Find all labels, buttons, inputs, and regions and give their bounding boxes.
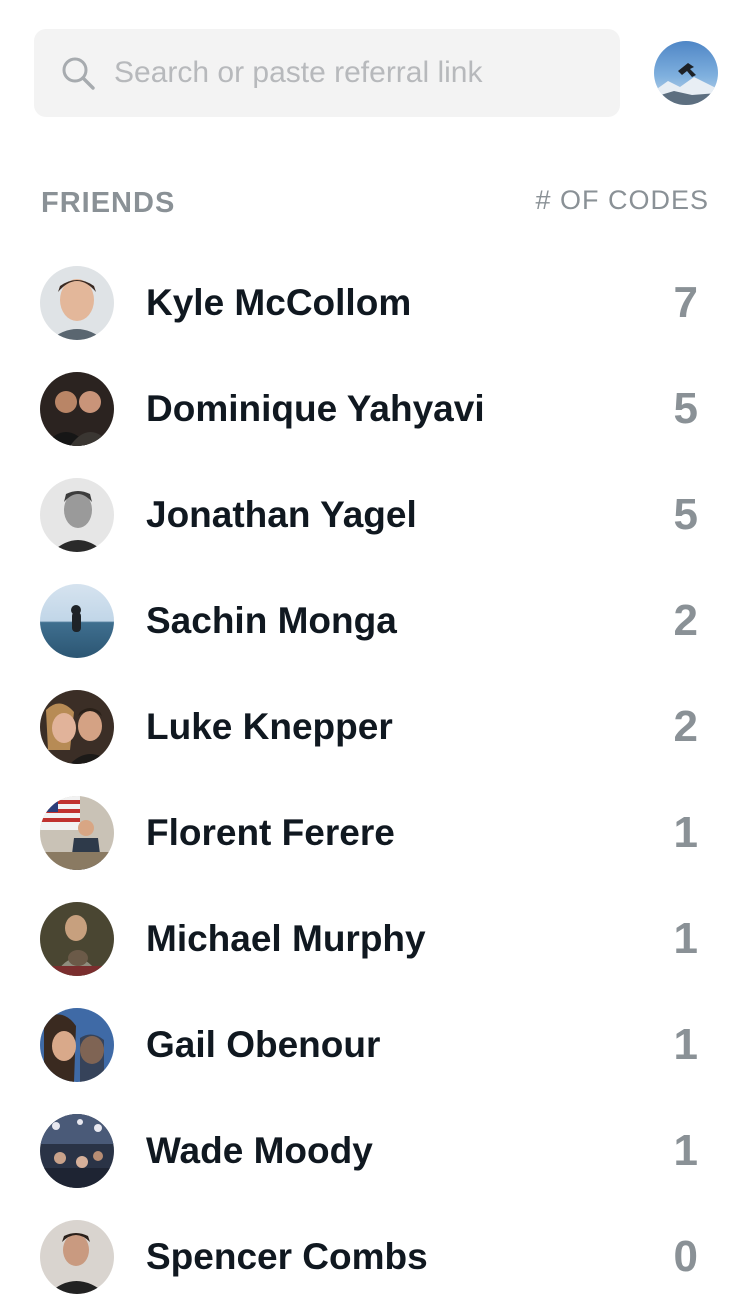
friend-code-count: 1 [673, 808, 698, 857]
friend-code-count: 2 [673, 702, 698, 751]
friend-row[interactable]: Gail Obenour 1 [0, 992, 750, 1098]
friends-section-header: FRIENDS # OF CODES [41, 183, 709, 223]
person-photo [46, 703, 112, 764]
friends-heading: FRIENDS [41, 187, 176, 219]
search-icon [62, 57, 95, 90]
friend-code-count: 2 [673, 596, 698, 645]
friend-row[interactable]: Sachin Monga 2 [0, 568, 750, 674]
codes-column-heading: # OF CODES [535, 185, 709, 215]
search-bar[interactable] [34, 29, 620, 117]
friend-name: Gail Obenour [146, 1024, 381, 1065]
friend-avatar [40, 1008, 114, 1082]
person-photo [40, 915, 114, 976]
friend-code-count: 0 [673, 1232, 698, 1281]
friend-row[interactable]: Wade Moody 1 [0, 1098, 750, 1204]
friend-name: Sachin Monga [146, 600, 397, 641]
friend-code-count: 1 [673, 1020, 698, 1069]
friends-list: Kyle McCollom 7 Dominique Yahyavi 5 Jona… [0, 250, 750, 1310]
friend-avatar [40, 266, 114, 340]
friend-row[interactable]: Spencer Combs 0 [0, 1204, 750, 1310]
friend-row[interactable]: Luke Knepper 2 [0, 674, 750, 780]
person-photo [40, 796, 114, 870]
friend-name: Luke Knepper [146, 706, 393, 747]
friend-row[interactable]: Florent Ferere 1 [0, 780, 750, 886]
friend-name: Michael Murphy [146, 918, 426, 959]
friend-avatar [40, 372, 114, 446]
friend-row[interactable]: Kyle McCollom 7 [0, 250, 750, 356]
friend-row[interactable]: Michael Murphy 1 [0, 886, 750, 992]
person-photo [44, 1014, 104, 1082]
friend-avatar [40, 796, 114, 870]
friend-name: Jonathan Yagel [146, 494, 417, 535]
friend-avatar [40, 1114, 114, 1188]
person-photo [52, 491, 104, 552]
friend-avatar [40, 1220, 114, 1294]
friend-row[interactable]: Dominique Yahyavi 5 [0, 356, 750, 462]
friend-avatar [40, 584, 114, 658]
person-photo [50, 279, 104, 340]
friend-name: Dominique Yahyavi [146, 388, 485, 429]
friend-code-count: 5 [673, 490, 698, 539]
friend-name: Spencer Combs [146, 1236, 428, 1277]
profile-avatar[interactable] [654, 41, 718, 105]
friend-avatar [40, 478, 114, 552]
search-input[interactable] [114, 56, 594, 90]
friend-avatar [40, 690, 114, 764]
person-photo [48, 1233, 106, 1294]
friend-name: Florent Ferere [146, 812, 395, 853]
friend-code-count: 1 [673, 1126, 698, 1175]
friend-code-count: 5 [673, 384, 698, 433]
friend-code-count: 1 [673, 914, 698, 963]
person-photo [71, 605, 81, 632]
person-photo [40, 1114, 114, 1188]
profile-photo [654, 63, 718, 105]
friend-name: Kyle McCollom [146, 282, 412, 323]
friend-row[interactable]: Jonathan Yagel 5 [0, 462, 750, 568]
friend-name: Wade Moody [146, 1130, 373, 1171]
person-photo [44, 391, 112, 446]
friend-avatar [40, 902, 114, 976]
friend-code-count: 7 [673, 278, 698, 327]
